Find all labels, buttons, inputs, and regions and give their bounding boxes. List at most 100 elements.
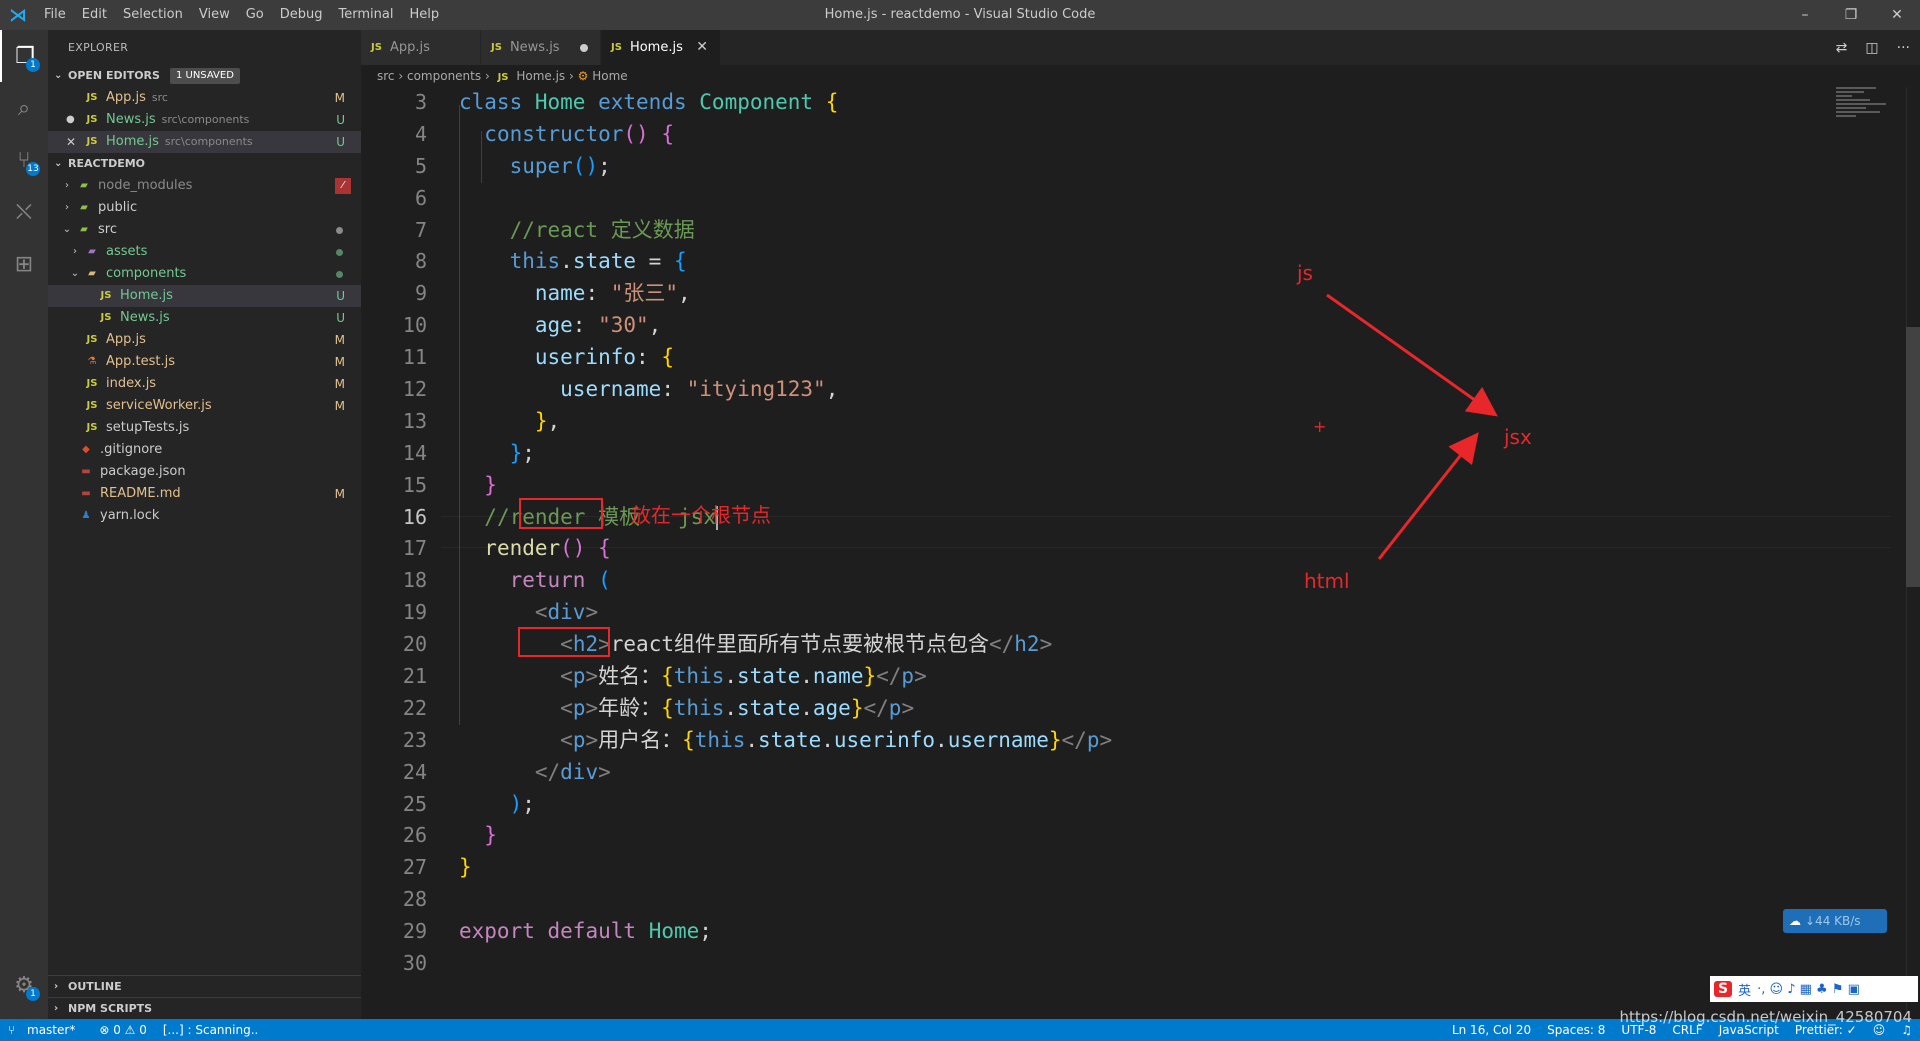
menu-help[interactable]: Help	[401, 0, 447, 30]
tab-app-js[interactable]: JS App.js	[361, 30, 481, 65]
tree-item-news[interactable]: JS News.js U	[48, 307, 361, 329]
open-editor-app[interactable]: JS App.js src M	[48, 87, 361, 109]
chevron-right-icon: ›	[65, 180, 69, 191]
open-editor-desc: src\components	[161, 113, 250, 126]
open-editor-news[interactable]: ● JS News.js src\components U	[48, 109, 361, 131]
tree-item-setup-tests[interactable]: JS setupTests.js	[48, 417, 361, 439]
menu-file[interactable]: File	[36, 0, 74, 30]
cursor-position[interactable]: Ln 16, Col 20	[1444, 1023, 1539, 1037]
problems-indicator[interactable]: ⊗ 0 ⚠ 0	[91, 1023, 155, 1037]
menu-go[interactable]: Go	[238, 0, 272, 30]
git-status-badge: U	[336, 113, 345, 127]
search-icon[interactable]: ⌕	[0, 82, 48, 134]
restore-button[interactable]: ❐	[1828, 0, 1874, 30]
breadcrumb-src[interactable]: src	[377, 69, 395, 83]
tab-home-js[interactable]: JS Home.js ✕	[601, 30, 721, 65]
vertical-scrollbar[interactable]	[1906, 87, 1920, 1019]
tree-item-readme[interactable]: ▬ README.md M	[48, 483, 361, 505]
tree-item-home[interactable]: JS Home.js U	[48, 285, 361, 307]
outline-label: OUTLINE	[68, 979, 122, 993]
npm-scripts-label: NPM SCRIPTS	[68, 1001, 153, 1015]
tab-news-js[interactable]: JS News.js	[481, 30, 601, 65]
extensions-icon[interactable]: ⊞	[0, 238, 48, 290]
minimap-line	[1836, 87, 1876, 89]
tree-item-label: serviceWorker.js	[106, 398, 212, 413]
open-editors-header[interactable]: ⌄ OPEN EDITORS 1 UNSAVED	[48, 65, 361, 87]
explorer-icon[interactable]: ❐ 1	[0, 30, 48, 82]
tree-item-public[interactable]: › ▰ public	[48, 197, 361, 219]
source-control-icon[interactable]: ⑂ 13	[0, 134, 48, 186]
js-file-icon: JS	[611, 42, 622, 53]
menu-edit[interactable]: Edit	[74, 0, 115, 30]
tree-item-service-worker[interactable]: JS serviceWorker.js M	[48, 395, 361, 417]
ime-toolbar[interactable]: S 英 ·, ☺ ♪ ▦ ♣ ⚑ ▣	[1710, 976, 1918, 1002]
open-editor-name: News.js	[106, 112, 156, 127]
menu-terminal[interactable]: Terminal	[331, 0, 402, 30]
menu-view[interactable]: View	[191, 0, 238, 30]
activity-bar: ❐ 1 ⌕ ⑂ 13 ⛌ ⊞ ⚙ 1	[0, 30, 48, 1019]
annotation-arrows	[1326, 293, 1498, 560]
js-file-icon: JS	[86, 334, 98, 345]
settings-gear-icon[interactable]: ⚙ 1	[0, 959, 48, 1011]
breadcrumb-file[interactable]: Home.js	[516, 69, 565, 83]
close-icon[interactable]: ✕	[696, 30, 708, 65]
tree-item-gitignore[interactable]: ◆ .gitignore	[48, 439, 361, 461]
open-editor-home[interactable]: ✕ JS Home.js src\components U	[48, 131, 361, 153]
unsaved-dot-icon[interactable]	[580, 43, 588, 52]
tree-item-node-modules[interactable]: › ▰ node_modules ⁄	[48, 175, 361, 197]
tree-item-app-test[interactable]: ⚗ App.test.js M	[48, 351, 361, 373]
code-editor[interactable]: 3 4 5 6 7 8 9 10 11 12 13 14 15 16 17 18…	[361, 87, 1911, 1019]
breadcrumb-symbol[interactable]: Home	[592, 69, 627, 83]
split-editor-icon[interactable]: ◫	[1865, 40, 1878, 56]
outline-header[interactable]: › OUTLINE	[48, 975, 361, 997]
open-editor-desc: src	[151, 91, 168, 104]
ime-tool-icons[interactable]: ·, ☺ ♪ ▦ ♣ ⚑ ▣	[1757, 982, 1860, 997]
js-file-icon: JS	[371, 42, 382, 53]
tree-item-app[interactable]: JS App.js M	[48, 329, 361, 351]
tree-item-components[interactable]: ⌄ ▰ components	[48, 263, 361, 285]
debug-icon[interactable]: ⛌	[0, 186, 48, 238]
more-actions-icon[interactable]: ···	[1897, 40, 1910, 56]
minimize-button[interactable]: –	[1782, 0, 1828, 30]
git-status-badge: M	[334, 355, 345, 369]
tree-item-index[interactable]: JS index.js M	[48, 373, 361, 395]
tree-item-yarn-lock[interactable]: ♟ yarn.lock	[48, 505, 361, 527]
arrow-html-to-jsx	[1377, 432, 1479, 560]
minimap-line	[1836, 91, 1864, 93]
tree-item-label: public	[98, 200, 138, 215]
minimap-line	[1836, 107, 1866, 109]
chevron-right-icon: ›	[54, 980, 59, 992]
explorer-sidebar: EXPLORER ⌄ OPEN EDITORS 1 UNSAVED JS App…	[48, 30, 361, 1019]
network-speed-widget[interactable]: ☁ ↓44 KB/s	[1783, 909, 1887, 933]
npm-scripts-header[interactable]: › NPM SCRIPTS	[48, 997, 361, 1019]
chevron-down-icon: ⌄	[54, 158, 63, 169]
folder-icon: ▰	[80, 202, 88, 213]
settings-badge: 1	[26, 987, 40, 1001]
git-status-badge: M	[334, 487, 345, 501]
scm-badge: 13	[26, 162, 40, 176]
scanning-status: [...] : Scanning..	[162, 1023, 259, 1037]
breadcrumb-components[interactable]: components	[407, 69, 481, 83]
js-file-icon: JS	[86, 92, 98, 103]
chevron-down-icon: ⌄	[54, 70, 63, 81]
branch-label: master*	[27, 1023, 76, 1037]
npm-file-icon: ▬	[81, 466, 91, 477]
minimap[interactable]	[1836, 87, 1906, 147]
js-file-icon: JS	[100, 290, 112, 301]
tree-item-assets[interactable]: › ▰ assets	[48, 241, 361, 263]
menu-selection[interactable]: Selection	[115, 0, 191, 30]
close-window-button[interactable]: ✕	[1874, 0, 1920, 30]
tree-item-src[interactable]: ⌄ ▰ src	[48, 219, 361, 241]
close-icon[interactable]: ✕	[66, 131, 82, 153]
ime-language-label[interactable]: 英	[1738, 980, 1751, 999]
chevron-right-icon: ›	[54, 1002, 59, 1014]
indentation[interactable]: Spaces: 8	[1539, 1023, 1613, 1037]
project-header[interactable]: ⌄ REACTDEMO	[48, 153, 361, 175]
open-changes-icon[interactable]: ⇄	[1836, 40, 1848, 56]
git-branch[interactable]: ⑂ master*	[0, 1023, 91, 1037]
menu-debug[interactable]: Debug	[272, 0, 331, 30]
scrollbar-thumb[interactable]	[1906, 327, 1920, 587]
js-file-icon: JS	[86, 400, 98, 411]
tree-item-package-json[interactable]: ▬ package.json	[48, 461, 361, 483]
open-editor-desc: src\components	[164, 135, 253, 148]
